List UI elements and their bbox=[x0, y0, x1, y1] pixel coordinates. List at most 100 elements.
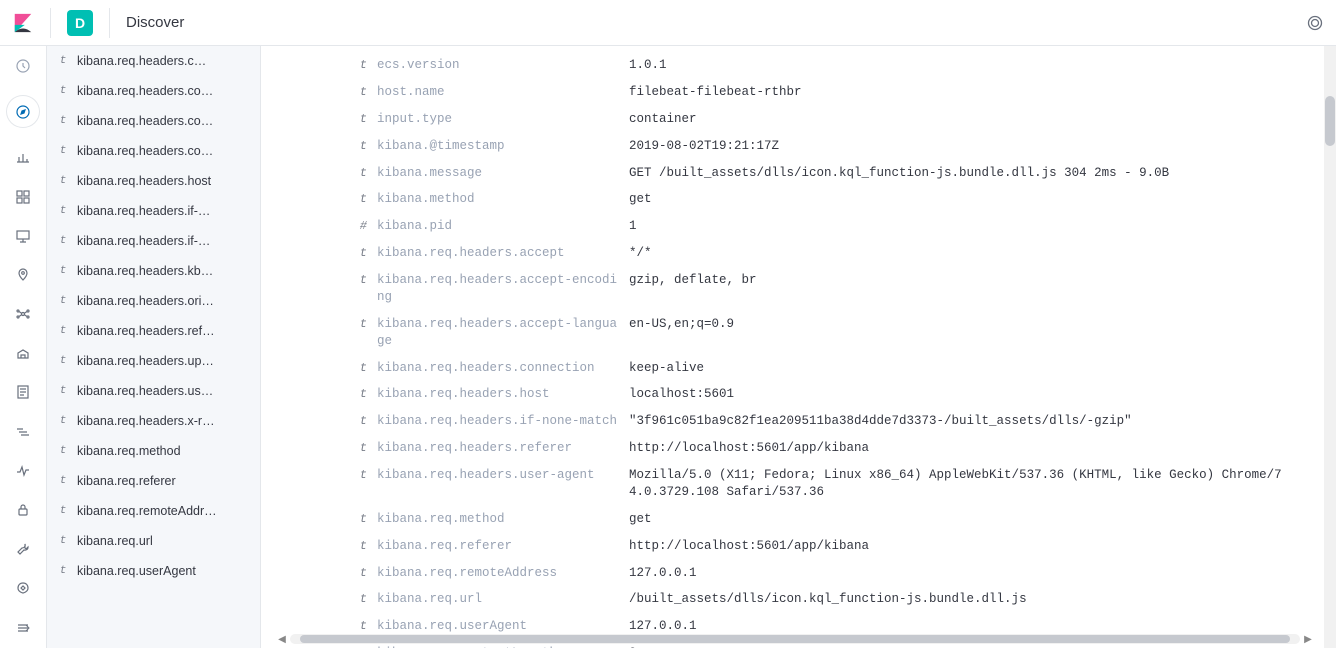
scroll-left-arrow-icon[interactable]: ◀ bbox=[276, 634, 288, 645]
row-field-value: 127.0.0.1 bbox=[629, 618, 1336, 635]
table-row[interactable]: tkibana.req.headers.connectionkeep-alive bbox=[351, 355, 1336, 382]
field-item[interactable]: tkibana.req.headers.co… bbox=[47, 76, 260, 106]
field-type-icon: t bbox=[59, 355, 67, 367]
vertical-scrollbar[interactable] bbox=[1324, 46, 1336, 648]
nav-siem-icon[interactable] bbox=[0, 500, 46, 519]
row-field-name: kibana.req.referer bbox=[377, 538, 629, 555]
kibana-logo-icon[interactable] bbox=[12, 12, 34, 34]
nav-collapse-icon[interactable] bbox=[0, 618, 46, 638]
table-row[interactable]: thost.namefilebeat-filebeat-rthbr bbox=[351, 79, 1336, 106]
table-row[interactable]: tkibana.messageGET /built_assets/dlls/ic… bbox=[351, 160, 1336, 187]
row-type-icon: t bbox=[351, 138, 367, 154]
field-item[interactable]: tkibana.req.url bbox=[47, 526, 260, 556]
row-type-icon: t bbox=[351, 467, 367, 483]
nav-uptime-icon[interactable] bbox=[0, 461, 46, 480]
scroll-right-arrow-icon[interactable]: ▶ bbox=[1302, 634, 1314, 645]
table-row[interactable]: tkibana.@timestamp2019-08-02T19:21:17Z bbox=[351, 133, 1336, 160]
nav-maps-icon[interactable] bbox=[0, 265, 46, 284]
field-item[interactable]: tkibana.req.remoteAddr… bbox=[47, 496, 260, 526]
table-row[interactable]: tkibana.req.url/built_assets/dlls/icon.k… bbox=[351, 586, 1336, 613]
nav-infrastructure-icon[interactable] bbox=[0, 344, 46, 363]
field-item[interactable]: tkibana.req.headers.ori… bbox=[47, 286, 260, 316]
field-item[interactable]: tkibana.req.headers.c… bbox=[47, 46, 260, 76]
field-item[interactable]: t kibana.req.headers.co… bbox=[47, 106, 260, 136]
field-item[interactable]: tkibana.req.userAgent bbox=[47, 556, 260, 586]
nav-recent-icon[interactable] bbox=[0, 56, 46, 75]
row-field-name: input.type bbox=[377, 111, 629, 128]
field-type-icon: t bbox=[59, 445, 67, 457]
table-row[interactable]: tkibana.req.headers.refererhttp://localh… bbox=[351, 435, 1336, 462]
field-item[interactable]: tkibana.req.headers.co… bbox=[47, 136, 260, 166]
row-field-value: http://localhost:5601/app/kibana bbox=[629, 538, 1336, 555]
row-field-value: GET /built_assets/dlls/icon.kql_function… bbox=[629, 165, 1336, 182]
row-field-name: kibana.req.remoteAddress bbox=[377, 565, 629, 582]
row-field-name: kibana.req.headers.connection bbox=[377, 360, 629, 377]
nav-logs-icon[interactable] bbox=[0, 383, 46, 402]
row-type-icon: t bbox=[351, 165, 367, 181]
field-item[interactable]: t kibana.req.headers.if-… bbox=[47, 226, 260, 256]
row-type-icon: t bbox=[351, 538, 367, 554]
nav-canvas-icon[interactable] bbox=[0, 226, 46, 245]
horizontal-scroll-thumb[interactable] bbox=[300, 635, 1290, 643]
table-row[interactable]: t kibana.req.refererhttp://localhost:5601… bbox=[351, 533, 1336, 560]
nav-apm-icon[interactable] bbox=[0, 422, 46, 441]
help-icon[interactable] bbox=[1306, 14, 1324, 32]
field-name-label: kibana.req.headers.if-… bbox=[77, 204, 210, 218]
field-name-label: kibana.req.headers.co… bbox=[77, 114, 213, 128]
row-type-icon: t bbox=[351, 440, 367, 456]
table-row[interactable]: tinput.typecontainer bbox=[351, 106, 1336, 133]
horizontal-scrollbar[interactable] bbox=[290, 634, 1300, 644]
field-type-icon: t bbox=[59, 265, 67, 277]
table-row[interactable]: #kibana.pid1 bbox=[351, 213, 1336, 240]
document-panel[interactable]: tecs.version1.0.1thost.namefilebeat-file… bbox=[261, 46, 1336, 648]
fields-sidebar: tkibana.req.headers.c…tkibana.req.header… bbox=[47, 46, 261, 648]
field-name-label: kibana.req.method bbox=[77, 444, 181, 458]
row-type-icon: t bbox=[351, 245, 367, 261]
table-row[interactable]: tkibana.req.headers.user-agentMozilla/5.… bbox=[351, 462, 1336, 506]
table-row[interactable]: tkibana.req.headers.accept*/* bbox=[351, 240, 1336, 267]
nav-dashboard-icon[interactable] bbox=[0, 187, 46, 206]
table-row[interactable]: tkibana.req.headers.hostlocalhost:5601 bbox=[351, 381, 1336, 408]
vertical-scroll-thumb[interactable] bbox=[1325, 96, 1335, 146]
row-field-name: kibana.method bbox=[377, 191, 629, 208]
breadcrumb[interactable]: Discover bbox=[126, 14, 184, 31]
nav-visualize-icon[interactable] bbox=[0, 148, 46, 167]
field-item[interactable]: t kibana.req.method bbox=[47, 436, 260, 466]
document-table: tecs.version1.0.1thost.namefilebeat-file… bbox=[351, 52, 1336, 648]
field-type-icon: t bbox=[59, 235, 67, 247]
divider bbox=[109, 8, 110, 38]
row-field-name: kibana.req.headers.host bbox=[377, 386, 629, 403]
row-field-value: 2019-08-02T19:21:17Z bbox=[629, 138, 1336, 155]
row-field-name: kibana.req.headers.referer bbox=[377, 440, 629, 457]
nav-monitoring-icon[interactable] bbox=[0, 579, 46, 598]
nav-dev-tools-icon[interactable] bbox=[0, 540, 46, 559]
space-selector[interactable]: D bbox=[67, 10, 93, 36]
field-name-label: kibana.req.headers.kb… bbox=[77, 264, 213, 278]
row-field-name: ecs.version bbox=[377, 57, 629, 74]
nav-ml-icon[interactable] bbox=[0, 305, 46, 324]
table-row[interactable]: tkibana.req.headers.if-none-match"3f961c… bbox=[351, 408, 1336, 435]
field-type-icon: t bbox=[59, 115, 67, 127]
table-row[interactable]: tkibana.req.headers.accept-encodinggzip,… bbox=[351, 267, 1336, 311]
table-row[interactable]: tkibana.req.headers.accept-languageen-US… bbox=[351, 311, 1336, 355]
nav-discover-icon[interactable] bbox=[6, 95, 40, 128]
table-row[interactable]: tkibana.req.remoteAddress127.0.0.1 bbox=[351, 560, 1336, 587]
field-name-label: kibana.req.headers.ref… bbox=[77, 324, 215, 338]
field-name-label: kibana.req.userAgent bbox=[77, 564, 196, 578]
field-item[interactable]: tkibana.req.headers.if-… bbox=[47, 196, 260, 226]
field-item[interactable]: tkibana.req.referer bbox=[47, 466, 260, 496]
field-item[interactable]: t kibana.req.headers.host bbox=[47, 166, 260, 196]
field-item[interactable]: tkibana.req.headers.up… bbox=[47, 346, 260, 376]
field-item[interactable]: tkibana.req.headers.x-r… bbox=[47, 406, 260, 436]
table-row[interactable]: tkibana.req.methodget bbox=[351, 506, 1336, 533]
side-nav bbox=[0, 46, 47, 648]
field-name-label: kibana.req.headers.if-… bbox=[77, 234, 210, 248]
field-type-icon: t bbox=[59, 175, 67, 187]
table-row[interactable]: tecs.version1.0.1 bbox=[351, 52, 1336, 79]
field-name-label: kibana.req.headers.host bbox=[77, 174, 211, 188]
field-item[interactable]: tkibana.req.headers.us… bbox=[47, 376, 260, 406]
table-row[interactable]: tkibana.methodget bbox=[351, 186, 1336, 213]
field-item[interactable]: tkibana.req.headers.ref… bbox=[47, 316, 260, 346]
row-field-name: kibana.req.headers.accept bbox=[377, 245, 629, 262]
field-item[interactable]: t kibana.req.headers.kb… bbox=[47, 256, 260, 286]
